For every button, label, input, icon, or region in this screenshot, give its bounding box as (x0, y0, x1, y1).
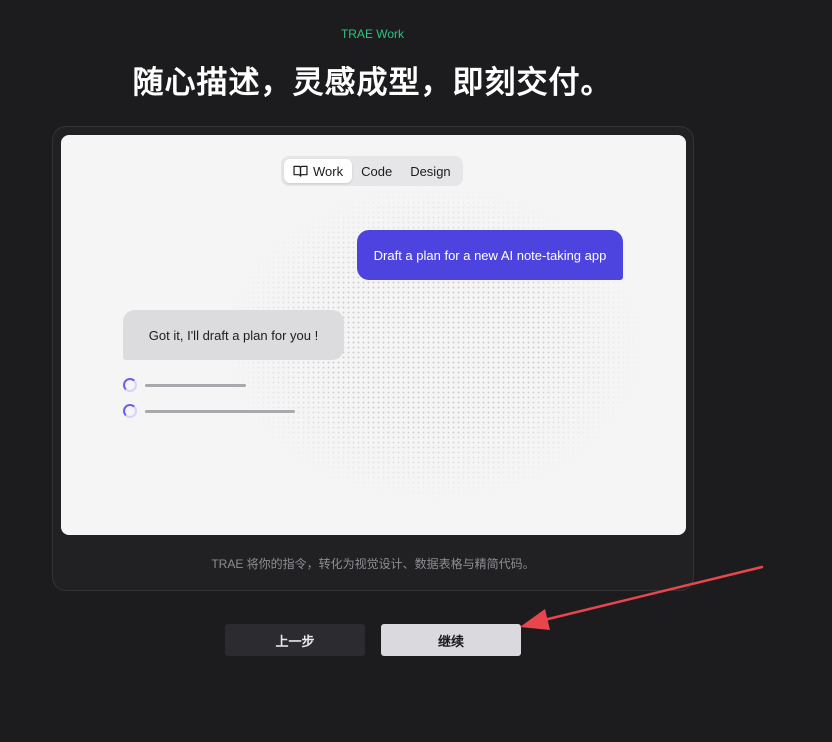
page-title: 随心描述，灵感成型，即刻交付。 (132, 65, 613, 101)
mode-tab-code[interactable]: Code (352, 159, 401, 183)
continue-button[interactable]: 继续 (381, 624, 521, 656)
book-open-icon (293, 165, 308, 177)
mode-tab-label: Code (361, 163, 393, 179)
mode-switch: Work Code Design (281, 156, 463, 186)
user-message-bubble: Draft a plan for a new AI note-taking ap… (357, 230, 623, 280)
loading-spinner-icon (123, 378, 137, 392)
task-progress-bar (145, 383, 246, 387)
mode-tab-label: Work (313, 163, 344, 179)
feature-card: Work Code Design Draft a plan for a new … (52, 126, 694, 591)
mode-tab-label: Design (410, 163, 451, 179)
loading-spinner-icon (123, 404, 137, 418)
feature-caption: TRAE 将你的指令，转化为视觉设计、数据表格与精简代码。 (211, 557, 535, 571)
mode-tab-work[interactable]: Work (284, 159, 353, 183)
task-item (123, 378, 246, 392)
brand-eyebrow: TRAE Work (340, 27, 405, 41)
feature-preview: Work Code Design Draft a plan for a new … (61, 135, 686, 535)
onboarding-page: TRAE Work 随心描述，灵感成型，即刻交付。 Work Code Desi… (0, 0, 832, 742)
task-progress-bar (145, 409, 295, 413)
ai-message-bubble: Got it, I'll draft a plan for you ! (123, 310, 344, 360)
task-item (123, 404, 295, 418)
back-button[interactable]: 上一步 (225, 624, 365, 656)
mode-tab-design[interactable]: Design (401, 159, 459, 183)
